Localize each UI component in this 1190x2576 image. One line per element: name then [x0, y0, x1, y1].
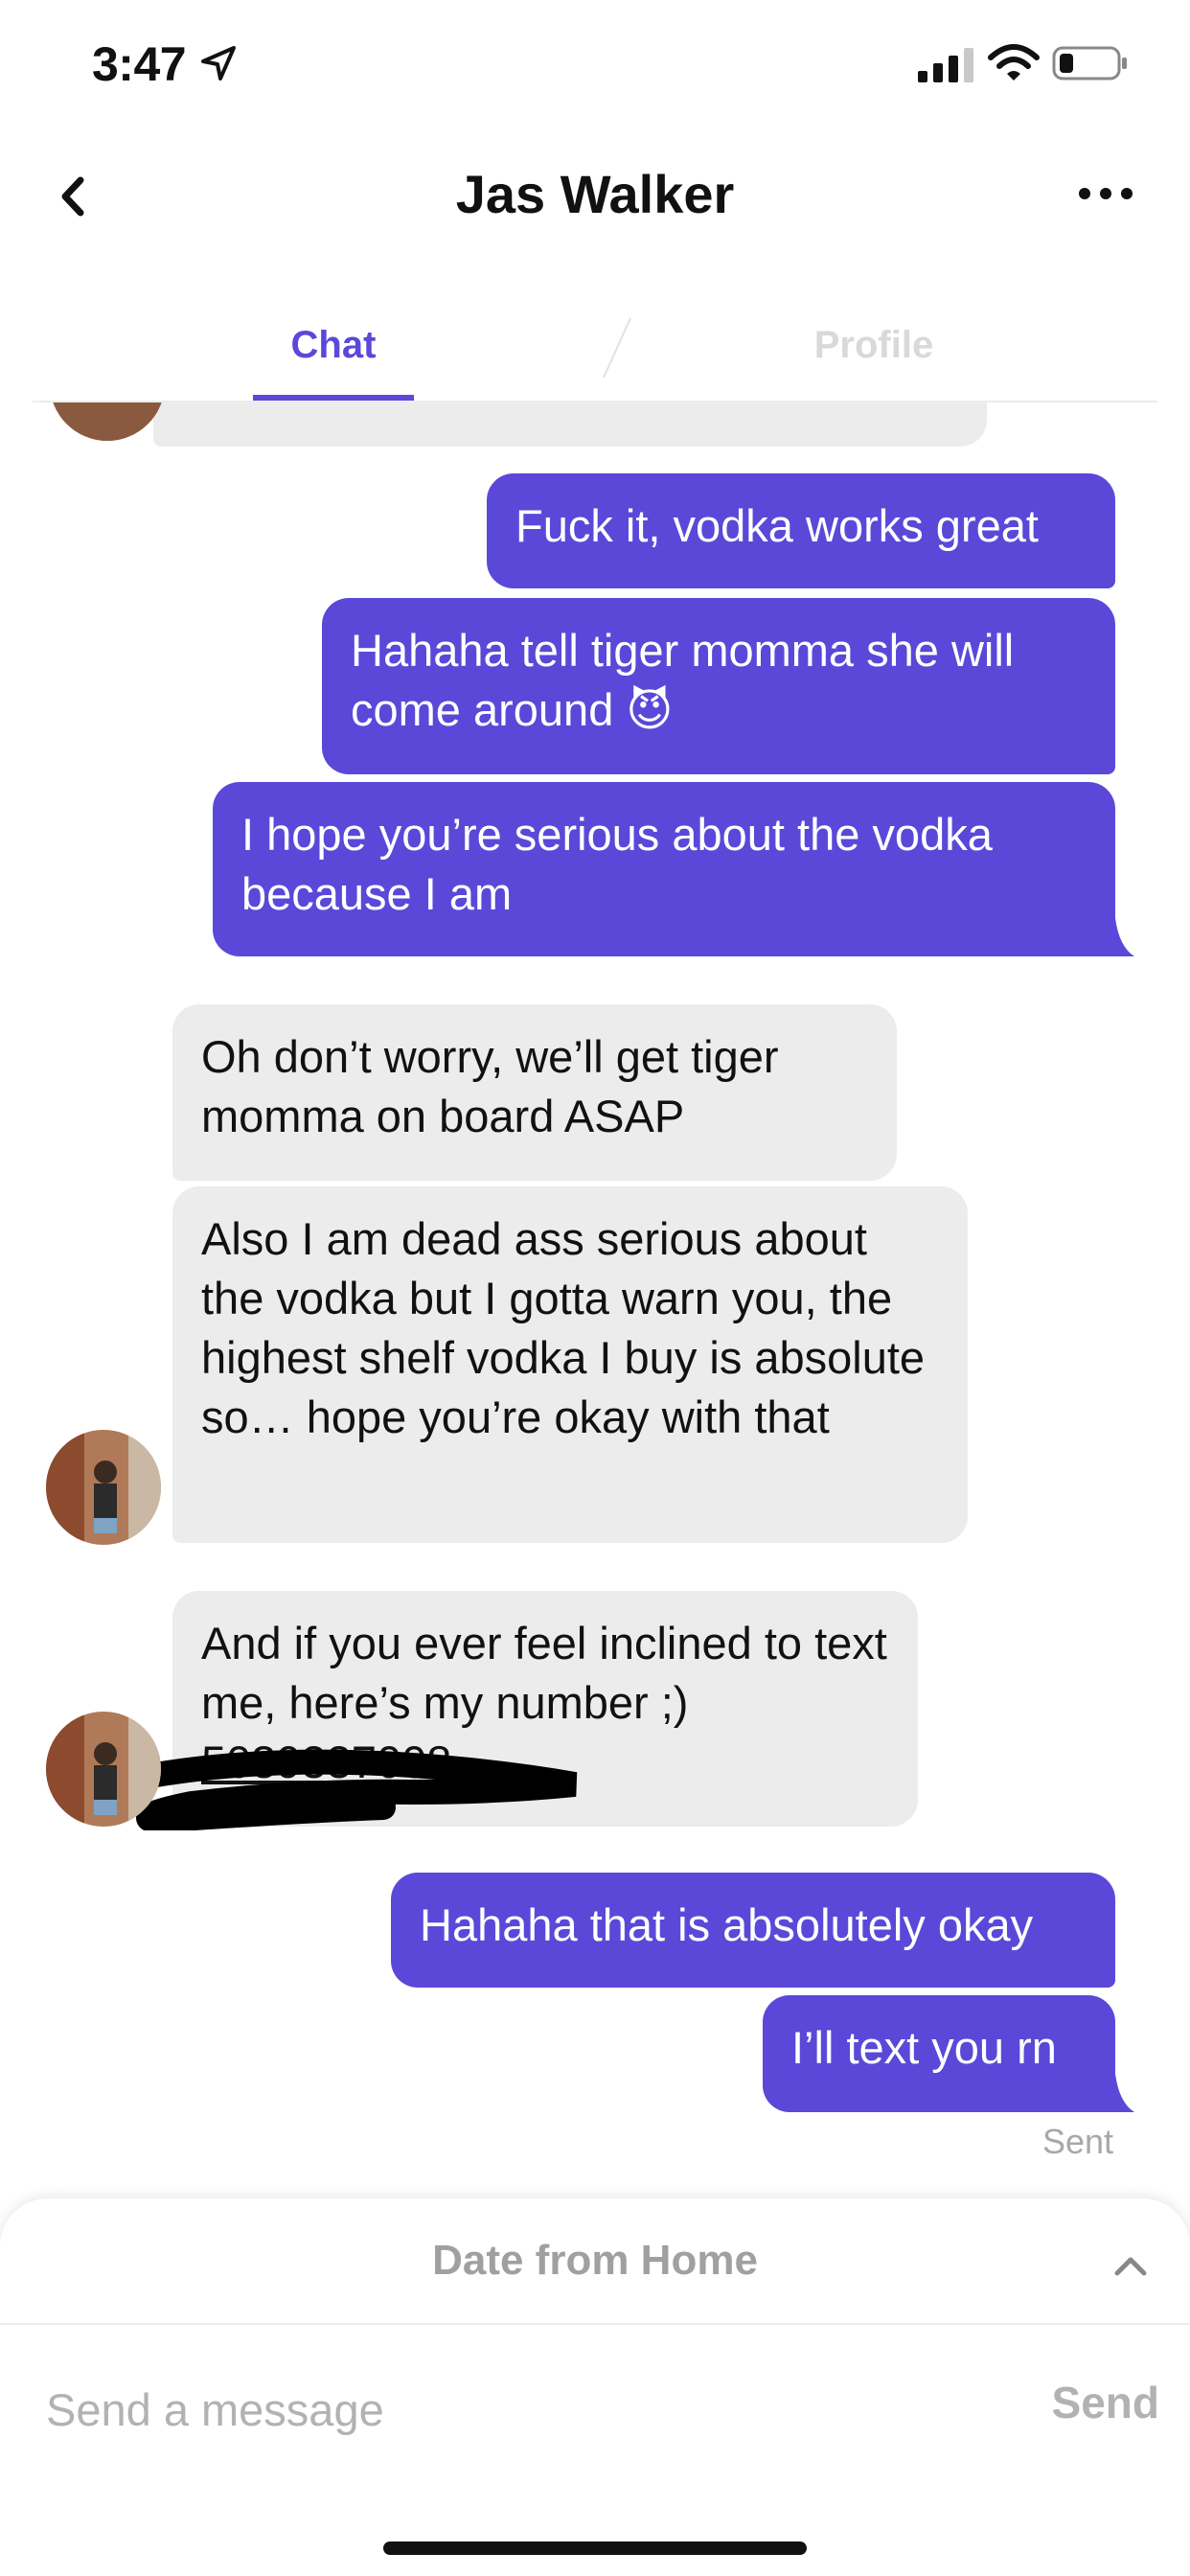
divider: [0, 2323, 1190, 2325]
chat-screen: 3:47 Jas Walker Chat Profile Fuck it, vo…: [0, 0, 1190, 2576]
message-bubble-received: Also I am dead ass serious about the vod…: [172, 1186, 968, 1543]
message-bubble-sent: I hope you’re serious about the vodka be…: [213, 782, 1115, 956]
sent-status: Sent: [1041, 2122, 1113, 2161]
chevron-up-icon[interactable]: [1113, 2254, 1148, 2277]
tab-divider: [603, 317, 631, 379]
message-list[interactable]: Fuck it, vodka works great Hahaha tell t…: [0, 402, 1190, 2204]
active-tab-indicator: [253, 395, 414, 401]
bubble-tail: [1102, 2074, 1134, 2112]
composer-panel: Date from Home Send: [0, 2198, 1190, 2576]
avatar[interactable]: [46, 1430, 161, 1545]
chat-header: Jas Walker: [0, 144, 1190, 240]
status-time: 3:47: [92, 37, 187, 91]
home-indicator[interactable]: [383, 2542, 807, 2555]
date-from-home-toggle[interactable]: Date from Home: [0, 2237, 1190, 2285]
message-bubble-received: Oh don’t worry, we’ll get tiger momma on…: [172, 1004, 897, 1181]
status-bar: 3:47: [0, 0, 1190, 125]
tab-bar: Chat Profile: [33, 305, 1157, 402]
message-input[interactable]: [46, 2371, 985, 2448]
message-bubble-sent: Hahaha that is absolutely okay: [391, 1873, 1115, 1988]
message-bubble-sent: Fuck it, vodka works great: [487, 473, 1115, 588]
location-arrow-icon: [201, 46, 236, 80]
avatar: [50, 402, 165, 441]
redaction-scribble: [103, 1749, 578, 1830]
send-button[interactable]: Send: [1016, 2377, 1159, 2428]
wifi-icon: [988, 44, 1040, 80]
avatar[interactable]: [46, 1712, 161, 1827]
battery-icon: [1052, 46, 1127, 80]
contact-name: Jas Walker: [455, 164, 735, 224]
more-dots-icon[interactable]: [1077, 184, 1134, 203]
cellular-signal-icon: [918, 48, 973, 82]
message-bubble-partial: [153, 402, 987, 447]
message-text: And if you ever feel inclined to text me…: [201, 1618, 887, 1728]
message-bubble-sent: I’ll text you rn: [763, 1995, 1115, 2112]
tab-profile[interactable]: Profile: [778, 324, 970, 367]
message-bubble-sent: Hahaha tell tiger momma she will come ar…: [322, 598, 1115, 774]
bubble-tail: [1102, 918, 1134, 956]
tab-chat[interactable]: Chat: [253, 324, 414, 367]
